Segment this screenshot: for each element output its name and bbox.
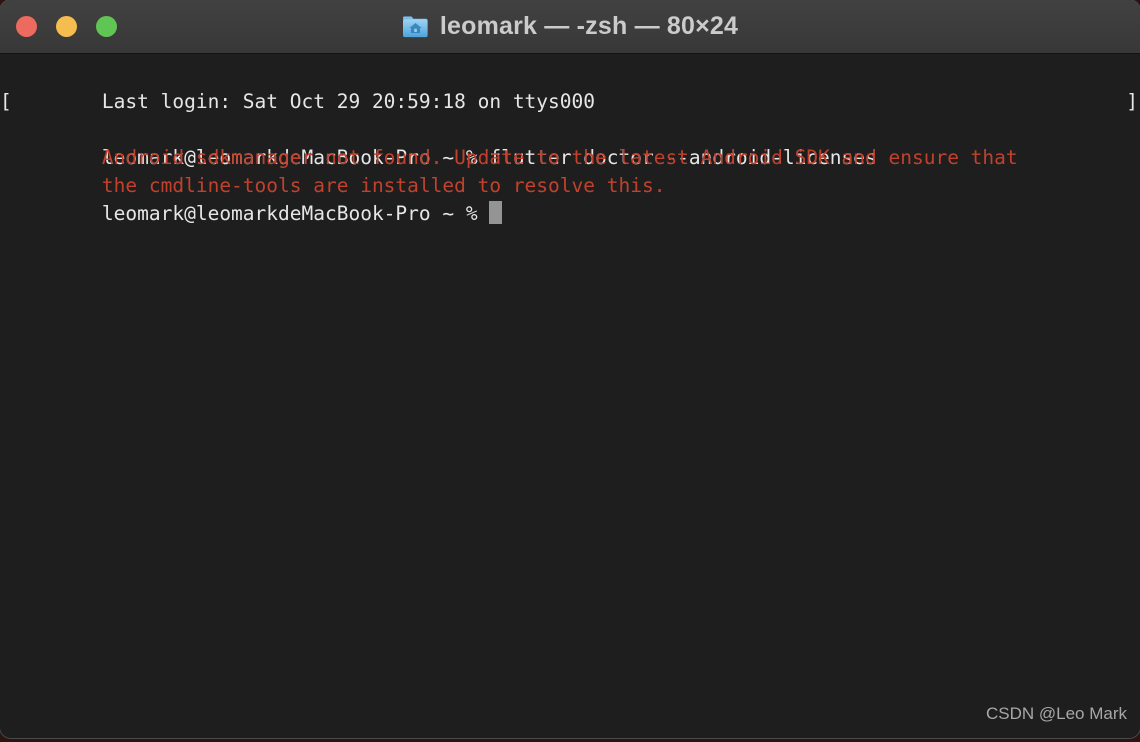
window-controls xyxy=(16,0,117,53)
window-titlebar[interactable]: leomark — -zsh — 80×24 xyxy=(0,0,1140,54)
close-button[interactable] xyxy=(16,16,37,37)
terminal-window: leomark — -zsh — 80×24 Last login: Sat O… xyxy=(0,0,1140,738)
terminal-line: Last login: Sat Oct 29 20:59:18 on ttys0… xyxy=(0,60,1140,113)
text-cursor xyxy=(489,201,503,224)
terminal-screen[interactable]: Last login: Sat Oct 29 20:59:18 on ttys0… xyxy=(0,54,1140,738)
terminal-active-prompt: leomark@leomarkdeMacBook-Pro ~ % xyxy=(0,172,1140,225)
prompt-mark-right: ] xyxy=(1126,90,1138,113)
prompt-mark-left: [ xyxy=(0,90,12,113)
terminal-line: [ leomark@leomarkdeMacBook-Pro ~ % flutt… xyxy=(0,88,1140,169)
minimize-button[interactable] xyxy=(56,16,77,37)
screenshot-root: leomark — -zsh — 80×24 Last login: Sat O… xyxy=(0,0,1140,742)
terminal-line-error: the cmdline-tools are installed to resol… xyxy=(0,144,1140,197)
window-title: leomark — -zsh — 80×24 xyxy=(439,12,739,40)
window-title-group: leomark — -zsh — 80×24 xyxy=(402,12,738,41)
terminal-line-error: Android sdkmanager not found. Update to … xyxy=(0,116,1140,169)
watermark: CSDN @Leo Mark xyxy=(985,704,1127,723)
zoom-button[interactable] xyxy=(96,16,117,37)
terminal-line-text: leomark@leomarkdeMacBook-Pro ~ % xyxy=(101,202,490,225)
folder-home-icon xyxy=(402,14,429,39)
